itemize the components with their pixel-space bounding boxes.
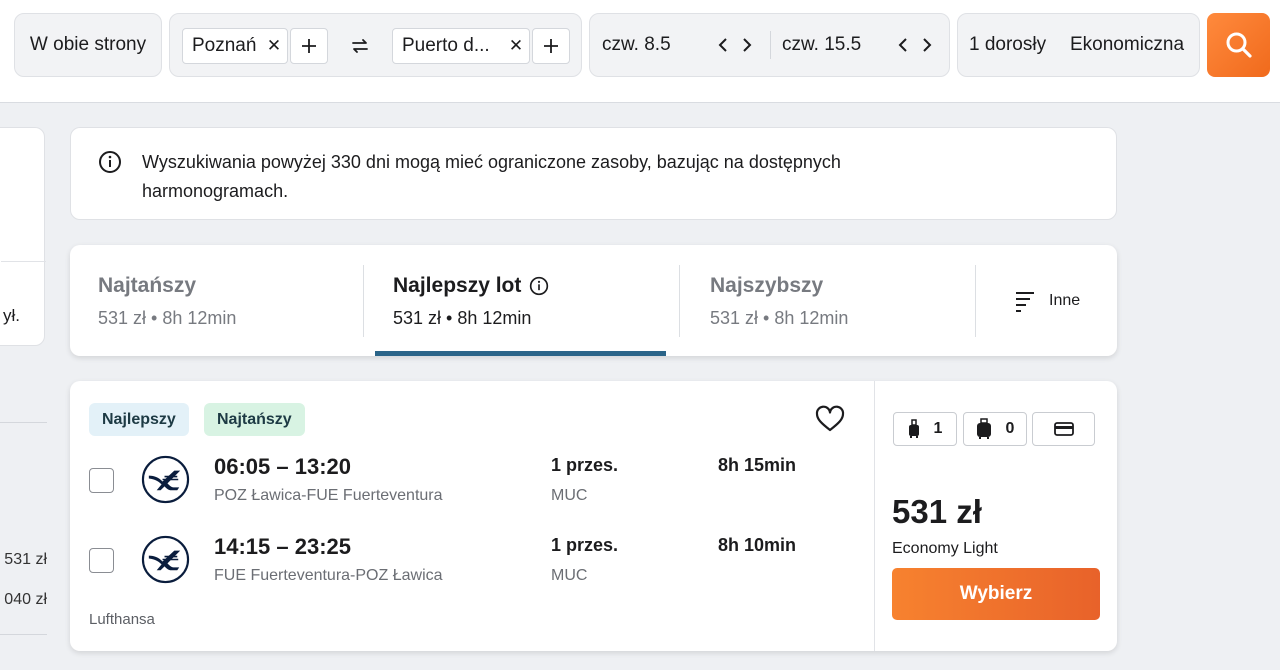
depart-date[interactable]: czw. 8.5 [602, 14, 671, 76]
passengers-cabin-selector: 1 dorosły Ekonomiczna [957, 13, 1200, 77]
card-divider [874, 381, 875, 651]
airline-name: Lufthansa [89, 611, 155, 628]
flight-leg-return: 14:15 – 23:25 FUE Fuerteventura-POZ Ławi… [70, 531, 874, 591]
tab-fastest[interactable]: Najszybszy 531 zł • 8h 12min [710, 245, 980, 356]
date-selector: czw. 8.5 czw. 15.5 [589, 13, 950, 77]
leg-checkbox[interactable] [89, 468, 114, 493]
select-flight-button[interactable]: Wybierz [892, 568, 1100, 620]
filter-label-fragment: ył. [3, 306, 20, 325]
active-tab-indicator [375, 351, 666, 356]
tab-title: Najtańszy [98, 274, 197, 297]
tab-more-label: Inne [1049, 291, 1081, 309]
tab-subtitle: 531 zł • 8h 12min [98, 308, 237, 328]
carry-on-count: 0 [1005, 420, 1015, 437]
return-prev-chevron-icon[interactable] [892, 33, 914, 57]
search-icon [1226, 32, 1252, 58]
cabin-select[interactable]: Ekonomiczna [1070, 14, 1184, 76]
tab-title-row: Najlepszy lot [393, 274, 549, 298]
payment-card-info[interactable] [1032, 412, 1095, 446]
filter-divider [0, 634, 47, 635]
tab-subtitle: 531 zł • 8h 12min [710, 308, 849, 328]
origin-field[interactable]: Poznań ✕ [182, 28, 288, 64]
tab-divider [975, 265, 976, 337]
filters-panel: ył. [0, 127, 46, 346]
tab-more-sort-options[interactable]: Inne [985, 245, 1117, 356]
carry-on-info[interactable]: 0 [963, 412, 1027, 446]
personal-item-info[interactable]: 1 [893, 412, 957, 446]
tab-subtitle: 531 zł • 8h 12min [393, 308, 532, 328]
leg-duration: 8h 15min [718, 455, 797, 475]
personal-bag-icon [908, 419, 919, 438]
info-icon [99, 151, 121, 173]
depart-next-chevron-icon[interactable] [736, 33, 758, 57]
info-icon[interactable] [529, 276, 549, 296]
filter-price: 040 zł [4, 591, 47, 608]
info-notice-text: Wyszukiwania powyżej 330 dni mogą mieć o… [142, 152, 841, 201]
heart-icon[interactable] [815, 405, 845, 433]
add-origin-button[interactable] [290, 28, 328, 64]
leg-route: POZ Ławica-FUE Fuerteventura [214, 487, 443, 504]
tab-title: Najlepszy lot [393, 274, 522, 297]
swap-airports-button[interactable] [346, 32, 374, 60]
flight-result-card: Najlepszy Najtańszy 06:05 – 13:20 POZ Ła… [70, 381, 1117, 651]
trip-type-select[interactable]: W obie strony [14, 13, 162, 77]
return-next-chevron-icon[interactable] [916, 33, 938, 57]
filter-price: 531 zł [4, 551, 47, 568]
plus-icon [544, 39, 558, 53]
origin-value: Poznań [192, 35, 257, 56]
sort-tabs: Najtańszy 531 zł • 8h 12min Najlepszy lo… [70, 245, 1117, 356]
info-notice: Wyszukiwania powyżej 330 dni mogą mieć o… [70, 127, 1117, 220]
tab-title: Najszybszy [710, 274, 824, 297]
route-selector: Poznań ✕ Puerto d... ✕ [169, 13, 582, 77]
leg-duration: 8h 10min [718, 535, 797, 555]
search-bar: W obie strony Poznań ✕ Puerto d... ✕ czw… [0, 0, 1280, 103]
leg-via: MUC [551, 487, 588, 504]
lufthansa-logo-icon [141, 455, 190, 504]
credit-card-icon [1053, 422, 1074, 436]
sort-lines-icon [1016, 291, 1034, 312]
travelers-select[interactable]: 1 dorosły [969, 14, 1046, 76]
date-divider [770, 31, 771, 59]
carry-on-bag-icon [976, 418, 991, 439]
fare-name: Economy Light [892, 540, 998, 557]
swap-icon [352, 39, 368, 53]
flight-leg-outbound: 06:05 – 13:20 POZ Ławica-FUE Fuerteventu… [70, 451, 874, 511]
search-button[interactable] [1207, 13, 1270, 77]
select-flight-label: Wybierz [959, 583, 1033, 604]
badge-cheapest: Najtańszy [204, 403, 305, 436]
destination-value: Puerto d... [402, 35, 490, 56]
tab-divider [679, 265, 680, 337]
leg-stops: 1 przes. [551, 535, 619, 555]
leg-times: 14:15 – 23:25 [214, 534, 351, 559]
clear-origin-icon[interactable]: ✕ [261, 36, 287, 56]
depart-prev-chevron-icon[interactable] [712, 33, 734, 57]
trip-type-label: W obie strony [29, 34, 147, 55]
destination-field[interactable]: Puerto d... ✕ [392, 28, 530, 64]
leg-times: 06:05 – 13:20 [214, 454, 351, 479]
add-destination-button[interactable] [532, 28, 570, 64]
leg-checkbox[interactable] [89, 548, 114, 573]
tab-cheapest[interactable]: Najtańszy 531 zł • 8h 12min [98, 245, 368, 356]
filter-divider [1, 261, 46, 262]
plus-icon [302, 39, 316, 53]
leg-via: MUC [551, 567, 588, 584]
tab-best[interactable]: Najlepszy lot 531 zł • 8h 12min [393, 245, 673, 356]
personal-item-count: 1 [933, 420, 943, 437]
badge-best: Najlepszy [89, 403, 189, 436]
tab-divider [363, 265, 364, 337]
flight-price: 531 zł [892, 493, 982, 530]
clear-destination-icon[interactable]: ✕ [503, 36, 529, 56]
leg-route: FUE Fuerteventura-POZ Ławica [214, 567, 443, 584]
filter-divider [0, 422, 47, 423]
return-date[interactable]: czw. 15.5 [782, 14, 861, 76]
lufthansa-logo-icon [141, 535, 190, 584]
leg-stops: 1 przes. [551, 455, 619, 475]
